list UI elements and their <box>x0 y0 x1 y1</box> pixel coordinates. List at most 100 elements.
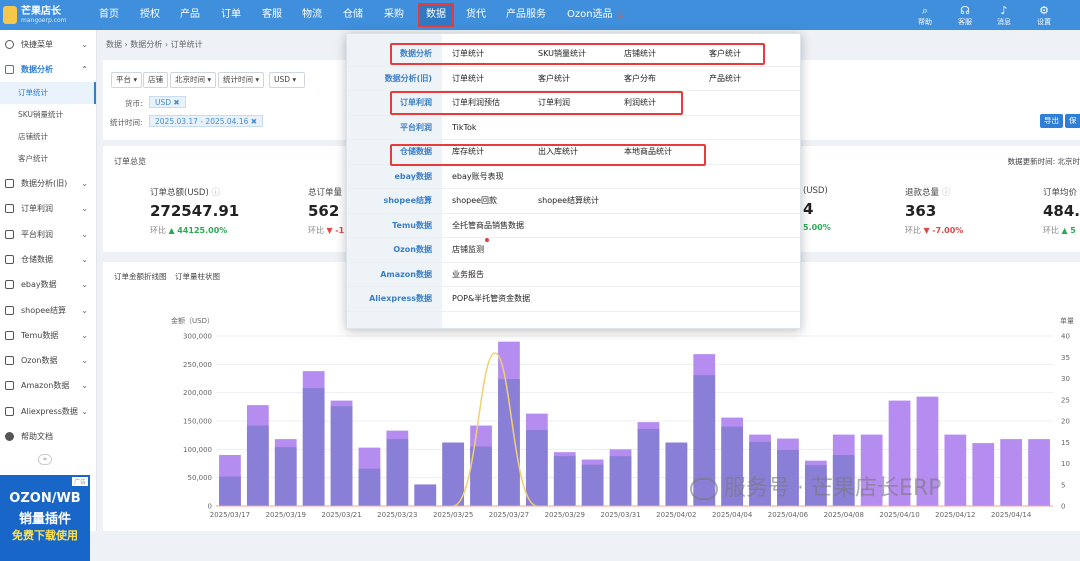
message-button[interactable]: ♪ 消息 <box>991 4 1017 27</box>
sidebar-sub-order-stats[interactable]: 订单统计 <box>0 82 96 104</box>
sidebar-item-temu-data[interactable]: Temu数据 ⌄ <box>0 323 96 348</box>
menu-link[interactable]: shopee结算统计 <box>538 189 599 213</box>
help-label: 帮助 <box>918 18 932 26</box>
menu-category[interactable]: ebay数据 <box>347 165 432 189</box>
y2-tick-label: 30 <box>1061 375 1070 383</box>
nav-purchase[interactable]: 采购 <box>384 0 404 30</box>
ad-tag: 广告 <box>71 477 88 486</box>
chart-icon <box>5 331 14 340</box>
metric-change-value: 5 <box>1070 226 1076 235</box>
menu-link[interactable]: 订单统计 <box>452 67 484 91</box>
ad-banner[interactable]: 广告 OZON/WB 销量插件 免费下载使用 <box>0 475 90 561</box>
menu-category[interactable]: Temu数据 <box>347 214 432 238</box>
gear-icon: ⚙ <box>1039 4 1049 17</box>
metric-value: 4 <box>803 200 814 218</box>
menu-link[interactable]: 店铺监测 <box>452 238 489 262</box>
menu-link[interactable]: 业务报告 <box>452 263 484 287</box>
y2-tick-label: 25 <box>1061 396 1070 404</box>
sidebar-item-quick-menu[interactable]: 快捷菜单 ⌄ <box>0 32 96 57</box>
currency-select[interactable]: USD ▾ <box>269 72 305 88</box>
service-label: 客服 <box>958 18 972 26</box>
timezone-select[interactable]: 北京时间 ▾ <box>170 72 217 88</box>
shop-select[interactable]: 店铺 <box>143 72 168 88</box>
menu-link-label: POP&半托管资金数据 <box>452 294 531 303</box>
metric-title-text: 订单均价 <box>1043 188 1078 198</box>
menu-link-label: TikTok <box>452 122 477 132</box>
sidebar: 快捷菜单 ⌄ 数据分析 ⌃ 订单统计 SKU销量统计 店铺统计 客户统计 数据分析(… <box>0 30 97 561</box>
menu-category[interactable]: Ozon数据 <box>347 238 432 262</box>
y-tick-label: 150,000 <box>183 418 212 426</box>
time-range-chip[interactable]: 2025.03.17 - 2025.04.16 ✖ <box>149 115 264 127</box>
metric-avg-price: 订单均价 484.9 环比 ▲ 5 <box>1043 186 1080 236</box>
nav-data[interactable]: 数据 <box>418 3 454 27</box>
data-dropdown-menu: 数据分析 订单统计 SKU销量统计 店铺统计 客户统计 数据分析(旧) 订单统计 客户统计 客户… <box>346 33 801 329</box>
sidebar-item-warehouse-data[interactable]: 仓储数据 ⌄ <box>0 247 96 272</box>
currency-chip[interactable]: USD ✖ <box>149 96 186 108</box>
sidebar-sub-shop-stats[interactable]: 店铺统计 <box>0 126 96 148</box>
highlight-box-order-profit <box>390 91 683 115</box>
sidebar-sub-customer-stats[interactable]: 客户统计 <box>0 148 96 170</box>
sidebar-item-data-analysis-old[interactable]: 数据分析(旧) ⌄ <box>0 171 96 196</box>
nav-product-service[interactable]: 产品服务 <box>506 0 546 30</box>
sidebar-item-aliexpress-data[interactable]: Aliexpress数据 ⌄ <box>0 399 96 424</box>
menu-link[interactable]: 全托管商品销售数据 <box>452 214 524 238</box>
nav-logistics[interactable]: 物流 <box>302 0 322 30</box>
menu-category[interactable]: Aliexpress数据 <box>347 287 432 311</box>
menu-category[interactable]: shopee结算 <box>347 189 432 213</box>
help-button[interactable]: ⌕ 帮助 <box>912 4 938 27</box>
nav-home[interactable]: 首页 <box>99 0 119 30</box>
arrow-up-icon: ▲ <box>1061 226 1068 235</box>
bar-main <box>581 464 604 506</box>
menu-link[interactable]: ebay账号表现 <box>452 165 504 189</box>
sidebar-item-shopee-settlement[interactable]: shopee结算 ⌄ <box>0 298 96 323</box>
highlight-box-warehouse <box>390 144 706 166</box>
message-label: 消息 <box>997 18 1011 26</box>
menu-link[interactable]: 客户分布 <box>624 67 656 91</box>
sidebar-item-order-profit[interactable]: 订单利润 ⌄ <box>0 196 96 221</box>
menu-category[interactable]: 平台利润 <box>347 116 432 140</box>
collapse-sidebar-button[interactable]: « <box>38 454 52 465</box>
menu-category[interactable]: 数据分析(旧) <box>347 67 432 91</box>
menu-link[interactable]: TikTok <box>452 116 477 140</box>
sidebar-item-amazon-data[interactable]: Amazon数据 ⌄ <box>0 373 96 398</box>
fire-icon: ♨ <box>615 9 625 20</box>
chart-icon <box>5 356 14 365</box>
stat-time-select[interactable]: 统计时间 ▾ <box>218 72 265 88</box>
chevron-down-icon: ⌄ <box>81 230 88 239</box>
metric-title: 总订单量 <box>308 186 344 198</box>
menu-link[interactable]: shopee回款 <box>452 189 497 213</box>
sidebar-item-ozon-data[interactable]: Ozon数据 ⌄ <box>0 348 96 373</box>
sidebar-sub-sku-stats[interactable]: SKU销量统计 <box>0 104 96 126</box>
nav-service[interactable]: 客服 <box>262 0 282 30</box>
sidebar-item-platform-profit[interactable]: 平台利润 ⌄ <box>0 222 96 247</box>
menu-link[interactable]: 客户统计 <box>538 67 570 91</box>
sidebar-item-ebay-data[interactable]: ebay数据 ⌄ <box>0 272 96 297</box>
x-tick-label: 2025/04/12 <box>935 511 975 519</box>
menu-link[interactable]: POP&半托管资金数据 <box>452 287 530 311</box>
menu-category[interactable]: Amazon数据 <box>347 263 432 287</box>
bar-main <box>386 439 409 506</box>
bell-icon: ♪ <box>1000 4 1008 17</box>
metric-title-text: (USD) <box>803 186 828 196</box>
nav-ozon-select[interactable]: Ozon选品 ♨ <box>567 0 625 30</box>
nav-warehouse[interactable]: 仓储 <box>343 0 363 30</box>
metric-order-amount: 订单总额(USD) ⓘ 272547.91 环比 ▲ 44125.00% <box>150 186 239 236</box>
service-button[interactable]: ☊ 客服 <box>952 4 978 27</box>
metric-change-value: 5.00% <box>803 223 831 232</box>
settings-button[interactable]: ⚙ 设置 <box>1031 4 1057 27</box>
export-button[interactable]: 导出 <box>1040 114 1063 128</box>
sidebar-item-help-docs[interactable]: 帮助文档 <box>0 424 96 449</box>
app-logo[interactable]: 芒果店长 mangoerp.com <box>3 3 67 27</box>
chart-icon <box>5 255 14 264</box>
nav-order[interactable]: 订单 <box>221 0 241 30</box>
save-button[interactable]: 保 <box>1065 114 1080 128</box>
menu-link[interactable]: 产品统计 <box>709 67 741 91</box>
nav-forwarder[interactable]: 货代 <box>466 0 486 30</box>
nav-auth[interactable]: 授权 <box>140 0 160 30</box>
metric-change: 环比 ▲ 44125.00% <box>150 225 239 236</box>
sidebar-item-data-analysis[interactable]: 数据分析 ⌃ <box>0 57 96 82</box>
nav-product[interactable]: 产品 <box>180 0 200 30</box>
platform-select[interactable]: 平台 ▾ <box>111 72 143 88</box>
sidebar-item-label: Aliexpress数据 <box>21 407 78 416</box>
menu-link-label: shopee结算统计 <box>538 196 600 205</box>
